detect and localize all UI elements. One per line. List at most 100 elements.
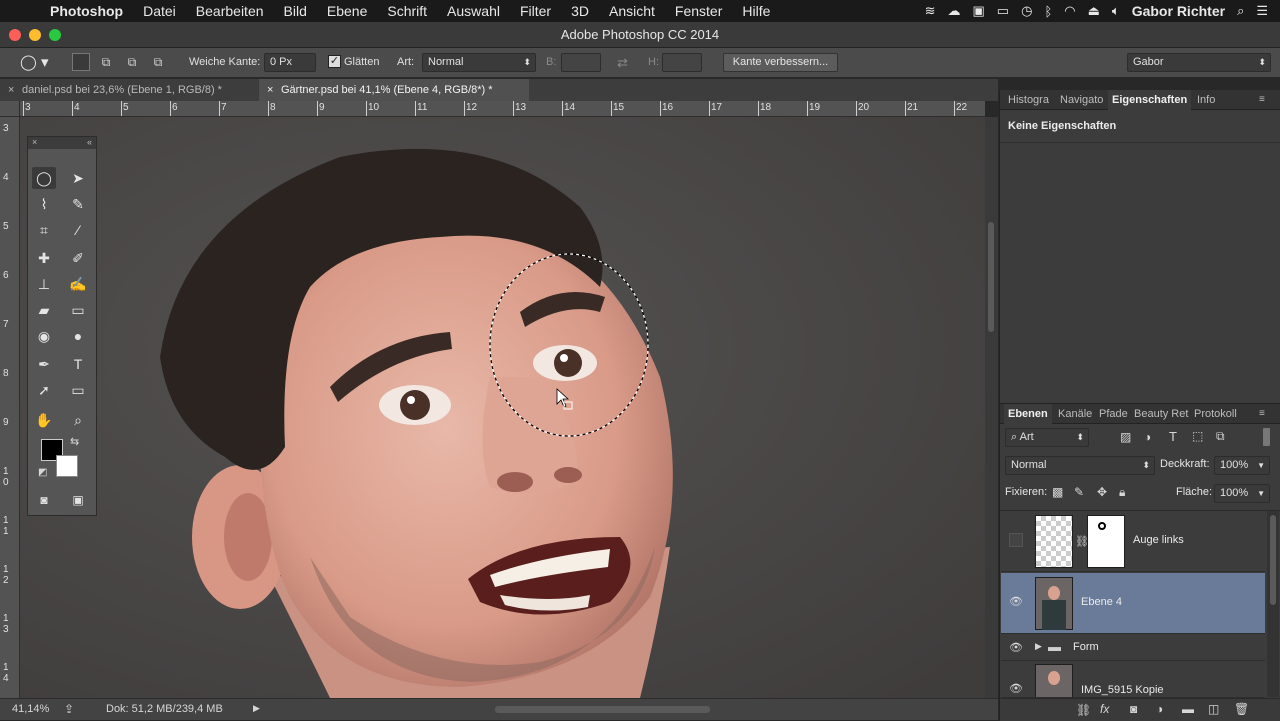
- refine-edge-button[interactable]: Kante verbessern...: [723, 53, 838, 72]
- tab-histogram[interactable]: Histogra: [1004, 90, 1053, 110]
- filter-shape-icon[interactable]: ⬚: [1192, 429, 1203, 443]
- tab-info[interactable]: Info: [1193, 90, 1219, 110]
- layer-row-auge-links[interactable]: ⛓ Auge links: [1001, 511, 1265, 572]
- filter-pixel-icon[interactable]: ▨: [1120, 430, 1131, 444]
- layer-row-img-5915-kopie[interactable]: 👁︎ IMG_5915 Kopie: [1001, 662, 1265, 698]
- path-selection-tool-icon[interactable]: ➚: [32, 379, 56, 401]
- collapse-panel-icon[interactable]: «: [87, 137, 92, 147]
- status-menu-arrow-icon[interactable]: ▶: [253, 703, 260, 714]
- volume-icon[interactable]: 🔈︎: [1112, 3, 1120, 19]
- close-tab-icon[interactable]: ×: [8, 79, 14, 101]
- menu-ansicht[interactable]: Ansicht: [599, 3, 665, 19]
- visibility-eye-icon[interactable]: 👁︎: [1009, 682, 1023, 695]
- visibility-eye-icon[interactable]: 👁︎: [1009, 641, 1023, 654]
- layer-name[interactable]: Auge links: [1133, 534, 1184, 546]
- chevron-down-icon[interactable]: ▼: [1257, 457, 1265, 474]
- vertical-scrollbar[interactable]: [985, 117, 998, 698]
- workspace-select[interactable]: Gabor ⬍: [1127, 53, 1271, 72]
- delete-layer-icon[interactable]: 🗑︎: [1234, 702, 1249, 716]
- zoom-window-icon[interactable]: [49, 29, 61, 41]
- horizontal-scroll-thumb[interactable]: [495, 706, 710, 713]
- style-select[interactable]: Normal ⬍: [422, 53, 536, 72]
- swap-colors-icon[interactable]: ⇆: [70, 435, 79, 448]
- filter-type-icon[interactable]: T: [1169, 429, 1177, 444]
- notification-center-icon[interactable]: ☰: [1256, 3, 1268, 19]
- user-name[interactable]: Gabor Richter: [1132, 3, 1225, 19]
- lasso-tool-icon[interactable]: ⌇: [32, 193, 56, 215]
- menu-schrift[interactable]: Schrift: [377, 3, 437, 19]
- hand-tool-icon[interactable]: ✋: [32, 409, 56, 431]
- history-brush-tool-icon[interactable]: ✍: [66, 273, 90, 295]
- layer-row-ebene-4[interactable]: 👁︎ Ebene 4: [1001, 573, 1265, 634]
- default-colors-icon[interactable]: ◩: [38, 467, 47, 478]
- expand-group-arrow-icon[interactable]: ▶: [1035, 641, 1042, 652]
- menu-3d[interactable]: 3D: [561, 3, 599, 19]
- tab-paths[interactable]: Pfade: [1095, 404, 1132, 424]
- panel-menu-icon[interactable]: ≡: [1255, 90, 1269, 110]
- eyedropper-tool-icon[interactable]: ⁄: [66, 219, 90, 241]
- tools-panel-header[interactable]: × «: [28, 137, 96, 149]
- menu-bild[interactable]: Bild: [274, 3, 317, 19]
- layer-row-form[interactable]: 👁︎ ▶ ▬ Form: [1001, 635, 1265, 661]
- brush-tool-icon[interactable]: ✐: [66, 247, 90, 269]
- lock-transparent-icon[interactable]: ▩: [1052, 485, 1063, 499]
- lock-position-icon[interactable]: ✥: [1097, 485, 1107, 499]
- close-panel-icon[interactable]: ×: [32, 137, 37, 147]
- menu-ebene[interactable]: Ebene: [317, 3, 377, 19]
- bluetooth-icon[interactable]: ᛒ: [1044, 4, 1052, 19]
- pen-tool-icon[interactable]: ✒: [32, 353, 56, 375]
- tab-daniel[interactable]: × daniel.psd bei 23,6% (Ebene 1, RGB/8) …: [0, 79, 258, 101]
- type-tool-icon[interactable]: T: [66, 353, 90, 375]
- menu-auswahl[interactable]: Auswahl: [437, 3, 510, 19]
- share-icon[interactable]: ⇪: [64, 702, 74, 716]
- wifi-icon[interactable]: ◠: [1064, 3, 1075, 19]
- menu-bearbeiten[interactable]: Bearbeiten: [186, 3, 274, 19]
- filter-smart-object-icon[interactable]: ⧉: [1216, 429, 1225, 444]
- tab-properties[interactable]: Eigenschaften: [1108, 90, 1192, 110]
- elliptical-marquee-tool-icon[interactable]: ◯: [32, 167, 56, 189]
- close-window-icon[interactable]: [9, 29, 21, 41]
- crop-tool-icon[interactable]: ⌗: [32, 219, 56, 241]
- new-selection-icon[interactable]: [72, 53, 90, 71]
- filter-toggle-switch[interactable]: [1263, 428, 1270, 446]
- rectangle-tool-icon[interactable]: ▭: [66, 379, 90, 401]
- eraser-tool-icon[interactable]: ▰: [32, 299, 56, 321]
- blend-mode-select[interactable]: Normal ⬍: [1005, 456, 1155, 475]
- add-to-selection-icon[interactable]: ⧉: [98, 54, 114, 70]
- tab-history[interactable]: Protokoll: [1190, 404, 1241, 424]
- time-machine-icon[interactable]: ◷: [1021, 3, 1032, 19]
- menu-filter[interactable]: Filter: [510, 3, 561, 19]
- gradient-tool-icon[interactable]: ▭: [66, 299, 90, 321]
- menu-fenster[interactable]: Fenster: [665, 3, 732, 19]
- opacity-input[interactable]: 100% ▼: [1214, 456, 1270, 475]
- width-input[interactable]: [561, 53, 601, 72]
- chevron-down-icon[interactable]: ▼: [1257, 485, 1265, 502]
- horizontal-ruler[interactable]: 3 4 5 6 7 8 9 10 11 12 13 14 15 16 17 18 19 20 21 22: [20, 101, 985, 117]
- status-icon-3[interactable]: ▣: [973, 3, 985, 19]
- lock-all-icon[interactable]: 🔒︎: [1119, 485, 1125, 500]
- dodge-tool-icon[interactable]: ●: [66, 325, 90, 347]
- close-tab-icon[interactable]: ×: [267, 79, 273, 101]
- menu-datei[interactable]: Datei: [133, 3, 186, 19]
- panel-menu-icon[interactable]: ≡: [1255, 404, 1269, 424]
- layer-name[interactable]: Form: [1073, 641, 1099, 653]
- new-layer-icon[interactable]: ◫: [1208, 702, 1219, 716]
- move-tool-icon[interactable]: ➤: [66, 167, 90, 189]
- adjustment-layer-icon[interactable]: ◑: [1156, 702, 1163, 716]
- tab-layers[interactable]: Ebenen: [1004, 404, 1052, 424]
- tab-beauty-retouch[interactable]: Beauty Ret: [1130, 404, 1192, 424]
- quick-mask-icon[interactable]: ◙: [32, 489, 56, 511]
- layer-name[interactable]: Ebene 4: [1081, 596, 1122, 608]
- tools-panel[interactable]: × « ◯ ➤ ⌇ ✎ ⌗ ⁄ ✚ ✐ ⊥ ✍ ▰ ▭ ◉ ● ✒ T ➚ ▭ …: [27, 136, 97, 516]
- background-color-swatch[interactable]: [56, 455, 78, 477]
- clone-stamp-tool-icon[interactable]: ⊥: [32, 273, 56, 295]
- intersect-selection-icon[interactable]: ⧉: [150, 54, 166, 70]
- status-icon-2[interactable]: ☁: [948, 3, 961, 19]
- zoom-tool-icon[interactable]: ⌕: [66, 409, 90, 431]
- zoom-level[interactable]: 41,14%: [12, 703, 49, 715]
- layer-name[interactable]: IMG_5915 Kopie: [1081, 684, 1164, 696]
- ruler-corner[interactable]: [0, 101, 20, 117]
- minimize-window-icon[interactable]: [29, 29, 41, 41]
- vertical-scroll-thumb[interactable]: [988, 222, 994, 332]
- layer-style-icon[interactable]: fx: [1100, 702, 1109, 716]
